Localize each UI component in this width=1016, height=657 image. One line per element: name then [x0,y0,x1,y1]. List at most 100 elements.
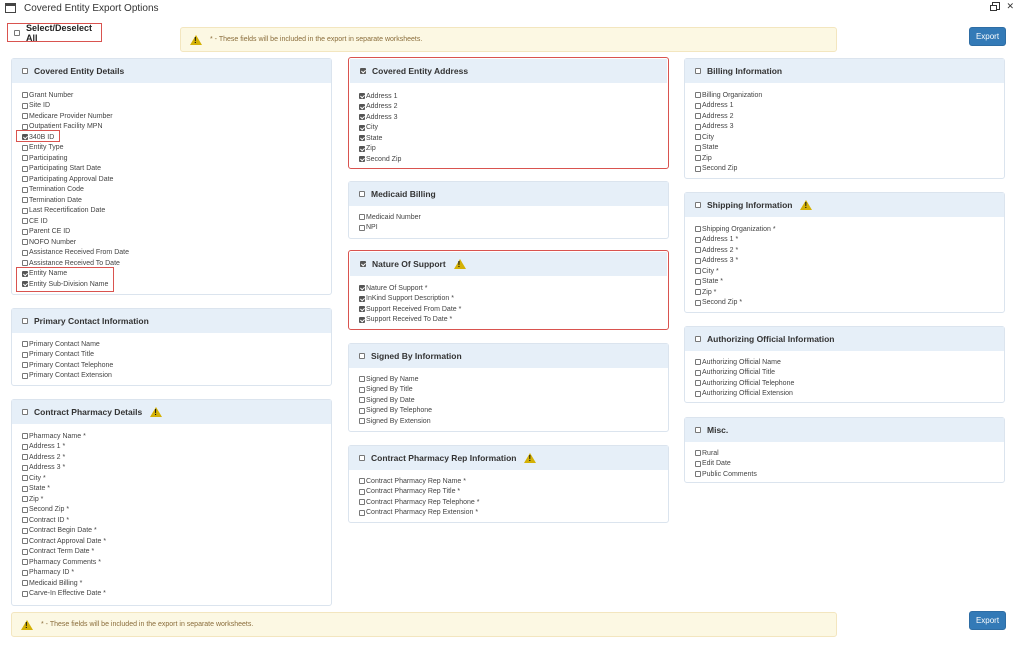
field-checkbox[interactable] [695,123,701,130]
field-checkbox[interactable] [22,341,28,348]
field-option[interactable]: Nature Of Support * [359,283,668,294]
field-option[interactable]: City * [22,473,331,484]
panel-checkbox[interactable] [22,409,28,415]
field-option[interactable]: Pharmacy ID * [22,568,331,579]
field-checkbox[interactable] [695,257,701,264]
field-checkbox[interactable] [359,306,365,313]
field-option[interactable]: Last Recertification Date [22,206,331,217]
field-option[interactable]: Signed By Title [359,385,668,396]
field-checkbox[interactable] [359,499,365,506]
field-option[interactable]: Primary Contact Extension [22,371,331,382]
field-option[interactable]: Shipping Organization * [695,224,1004,235]
field-checkbox[interactable] [22,485,28,492]
field-option[interactable]: Termination Date [22,195,331,206]
select-all-checkbox[interactable] [14,29,20,36]
field-checkbox[interactable] [22,548,28,555]
field-checkbox[interactable] [695,113,701,120]
field-checkbox[interactable] [359,376,365,383]
field-checkbox[interactable] [22,569,28,576]
panel-checkbox[interactable] [695,68,701,74]
field-option[interactable]: Second Zip * [695,298,1004,309]
field-checkbox[interactable] [695,450,701,457]
field-option[interactable]: State [695,143,1004,154]
field-option[interactable]: City [359,123,668,134]
field-checkbox[interactable] [22,186,28,193]
field-option[interactable]: Billing Organization [695,90,1004,101]
field-option[interactable]: 340B ID [22,132,331,143]
field-option[interactable]: Support Received From Date * [359,304,668,315]
field-checkbox[interactable] [22,113,28,120]
field-option[interactable]: Address 1 [359,91,668,102]
field-checkbox[interactable] [22,527,28,534]
field-checkbox[interactable] [22,475,28,482]
field-option[interactable]: Zip * [695,287,1004,298]
field-option[interactable]: Zip [359,144,668,155]
field-option[interactable]: Authorizing Official Extension [695,389,1004,400]
panel-checkbox[interactable] [359,191,365,197]
field-checkbox[interactable] [359,397,365,404]
field-checkbox[interactable] [22,207,28,214]
field-option[interactable]: Site ID [22,101,331,112]
field-checkbox[interactable] [22,559,28,566]
field-option[interactable]: Assistance Received From Date [22,248,331,259]
field-checkbox[interactable] [695,155,701,162]
field-checkbox[interactable] [695,236,701,243]
field-checkbox[interactable] [359,214,365,221]
field-option[interactable]: Address 1 [695,101,1004,112]
field-option[interactable]: Contract Pharmacy Rep Telephone * [359,497,668,508]
close-icon[interactable]: ✕ [1006,2,1014,11]
field-checkbox[interactable] [22,433,28,440]
field-option[interactable]: Medicaid Billing * [22,578,331,589]
field-option[interactable]: Contract Begin Date * [22,526,331,537]
field-option[interactable]: State * [22,484,331,495]
field-checkbox[interactable] [22,351,28,358]
field-checkbox[interactable] [22,362,28,369]
field-option[interactable]: City [695,132,1004,143]
field-checkbox[interactable] [695,369,701,376]
field-option[interactable]: Outpatient Facility MPN [22,122,331,133]
field-checkbox[interactable] [359,488,365,495]
field-option[interactable]: Carve-In Effective Date * [22,589,331,600]
panel-checkbox[interactable] [22,68,28,74]
field-checkbox[interactable] [22,155,28,162]
field-option[interactable]: CE ID [22,216,331,227]
field-option[interactable]: Address 2 [359,102,668,113]
field-checkbox[interactable] [22,464,28,471]
field-checkbox[interactable] [359,145,365,152]
field-option[interactable]: City * [695,266,1004,277]
field-checkbox[interactable] [359,407,365,414]
field-option[interactable]: Address 3 * [22,463,331,474]
field-option[interactable]: Pharmacy Name * [22,431,331,442]
field-checkbox[interactable] [22,218,28,225]
field-checkbox[interactable] [359,156,365,163]
export-button-bottom[interactable]: Export [969,611,1006,630]
field-option[interactable]: Rural [695,448,1004,459]
field-checkbox[interactable] [695,299,701,306]
field-option[interactable]: Signed By Date [359,395,668,406]
field-option[interactable]: Authorizing Official Name [695,357,1004,368]
field-checkbox[interactable] [22,165,28,172]
field-checkbox[interactable] [695,471,701,478]
field-checkbox[interactable] [22,249,28,256]
field-option[interactable]: Entity Type [22,143,331,154]
field-checkbox[interactable] [359,295,365,302]
panel-checkbox[interactable] [695,427,701,433]
panel-checkbox[interactable] [695,336,701,342]
field-option[interactable]: Participating Approval Date [22,174,331,185]
export-button-top[interactable]: Export [969,27,1006,46]
field-option[interactable]: Signed By Name [359,374,668,385]
field-option[interactable]: Address 3 [359,112,668,123]
field-checkbox[interactable] [22,239,28,246]
field-checkbox[interactable] [359,478,365,485]
field-checkbox[interactable] [359,418,365,425]
field-checkbox[interactable] [22,123,28,130]
field-checkbox[interactable] [359,124,365,131]
field-checkbox[interactable] [22,580,28,587]
field-option[interactable]: Primary Contact Name [22,339,331,350]
field-option[interactable]: Address 2 [695,111,1004,122]
field-checkbox[interactable] [359,224,365,231]
field-option[interactable]: Contract Pharmacy Rep Title * [359,487,668,498]
field-checkbox[interactable] [22,176,28,183]
panel-checkbox[interactable] [22,318,28,324]
field-option[interactable]: Authorizing Official Title [695,368,1004,379]
